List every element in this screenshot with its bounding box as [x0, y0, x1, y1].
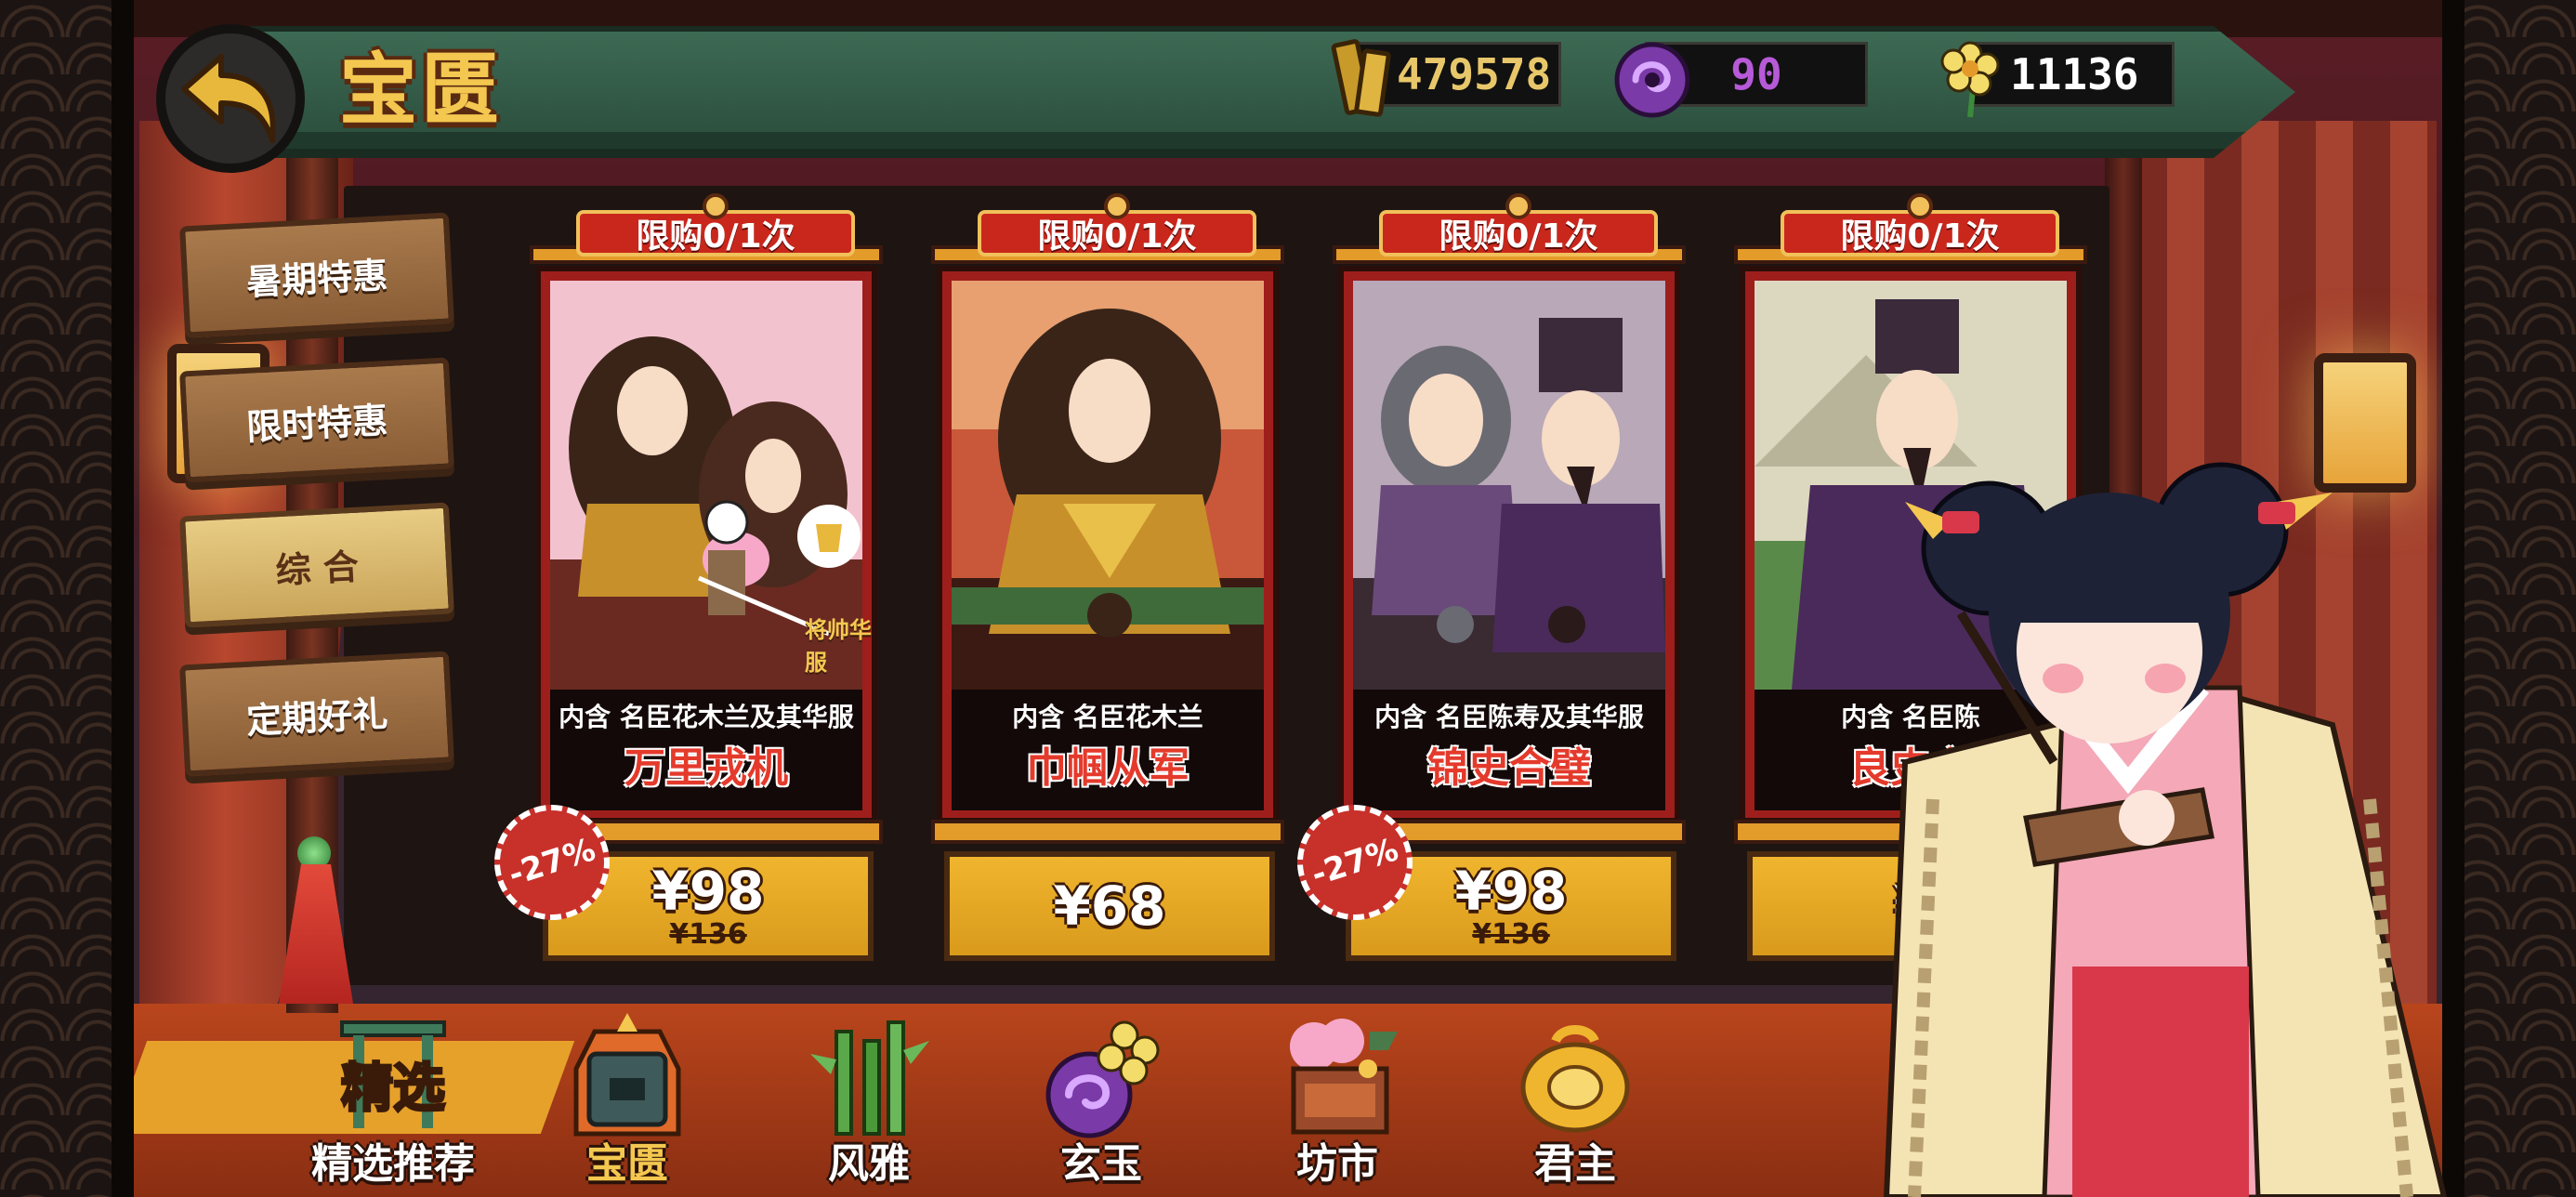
flower-currency[interactable]: 11136	[1940, 41, 2175, 118]
nav-label: 玄玉	[1060, 1140, 1142, 1188]
price: ¥98	[651, 860, 765, 923]
shopkeeper-character	[1883, 462, 2448, 1197]
price: ¥68	[1053, 875, 1166, 938]
nav-dark-jade[interactable]: 玄玉	[1004, 1013, 1199, 1190]
card-info: 内含 名臣花木兰及其华服 万里戎机	[550, 690, 862, 810]
card-info: 内含 名臣花木兰 巾帼从军	[952, 690, 1264, 810]
back-arrow-icon	[181, 54, 276, 143]
original-price: ¥136	[1472, 918, 1550, 951]
bundle-name: 锦史合璧	[1427, 744, 1591, 792]
bundle-name: 巾帼从军	[1026, 744, 1189, 792]
bamboo-icon	[810, 1020, 929, 1136]
purchase-limit-badge: 限购0/1次	[576, 191, 855, 266]
tab-general[interactable]: 综 合	[179, 502, 454, 628]
nav-featured[interactable]: 精选 精选推荐	[296, 1013, 491, 1190]
purchase-limit-badge: 限购0/1次	[978, 191, 1256, 266]
bundle-card-3[interactable]: 内含 名臣陈寿及其华服 锦史合璧 限购0/1次 ¥98 ¥136 -27%	[1281, 191, 1686, 961]
back-button[interactable]	[156, 24, 305, 173]
market-stall-icon	[1290, 1019, 1398, 1135]
left-post	[112, 0, 134, 1197]
featured-gate-icon: 精选	[340, 1020, 447, 1128]
hanging-knot	[1907, 193, 1933, 219]
costume-tag: 将帅华服	[805, 617, 872, 676]
nav-market[interactable]: 坊市	[1240, 1013, 1435, 1190]
tab-limited-deals[interactable]: 限时特惠	[179, 357, 454, 483]
bundle-name: 万里戎机	[624, 744, 788, 792]
featured-icon-text: 精选	[341, 1059, 445, 1119]
nav-label: 坊市	[1296, 1140, 1378, 1188]
purchase-limit-badge: 限购0/1次	[1379, 191, 1658, 266]
bundle-card-1[interactable]: 将帅华服 内含 名臣花木兰及其华服 万里戎机 限购0/1次 ¥98 ¥136 -…	[479, 191, 883, 961]
purple-jade-icon	[1045, 1020, 1160, 1138]
purchase-limit-badge: 限购0/1次	[1781, 191, 2059, 266]
treasure-chest-icon	[573, 1013, 681, 1137]
nav-elegance[interactable]: 风雅	[771, 1013, 966, 1190]
nav-label: 君主	[1534, 1140, 1616, 1188]
bundle-contents: 内含 名臣花木兰及其华服	[559, 702, 854, 732]
bundle-card-2[interactable]: 内含 名臣花木兰 巾帼从军 限购0/1次 ¥68	[931, 191, 1284, 961]
game-scene: 宝匮 479578 90 11136 暑期特惠 限时特惠 综 合 定期好礼 将帅…	[0, 0, 2576, 1197]
tab-periodic-gifts[interactable]: 定期好礼	[179, 651, 454, 777]
hanging-knot	[1104, 193, 1130, 219]
original-price: ¥136	[669, 918, 747, 951]
gold-coin-icon	[1520, 1025, 1630, 1133]
bundle-contents: 内含 名臣陈寿及其华服	[1374, 702, 1644, 732]
hanging-knot	[1505, 193, 1531, 219]
right-border-pattern	[2446, 0, 2576, 1197]
price: ¥98	[1454, 860, 1568, 923]
gold-currency[interactable]: 479578	[1331, 39, 1561, 117]
gold-ingot-icon	[1331, 39, 1391, 117]
bundle-contents: 内含 名臣花木兰	[1012, 702, 1203, 732]
nav-treasure[interactable]: 宝匮	[530, 1013, 725, 1190]
flower-icon	[1940, 41, 2000, 118]
page-title: 宝匮	[339, 45, 504, 136]
hanging-knot	[703, 193, 729, 219]
tab-summer-deals[interactable]: 暑期特惠	[179, 212, 454, 338]
nav-label: 宝匮	[586, 1140, 668, 1188]
bottom-rod	[931, 820, 1284, 844]
nav-monarch[interactable]: 君主	[1478, 1013, 1673, 1190]
left-border-pattern	[0, 0, 130, 1197]
purple-jade-icon	[1614, 42, 1690, 118]
nav-label: 精选推荐	[311, 1140, 475, 1188]
bundle-art-hua-mulan	[952, 281, 1264, 690]
nav-label: 风雅	[828, 1140, 910, 1188]
card-info: 内含 名臣陈寿及其华服 锦史合璧	[1353, 690, 1665, 810]
buy-button[interactable]: ¥68	[944, 851, 1275, 961]
bundle-art-chen-shou-costume	[1353, 281, 1665, 690]
jade-currency[interactable]: 90	[1614, 41, 1868, 118]
